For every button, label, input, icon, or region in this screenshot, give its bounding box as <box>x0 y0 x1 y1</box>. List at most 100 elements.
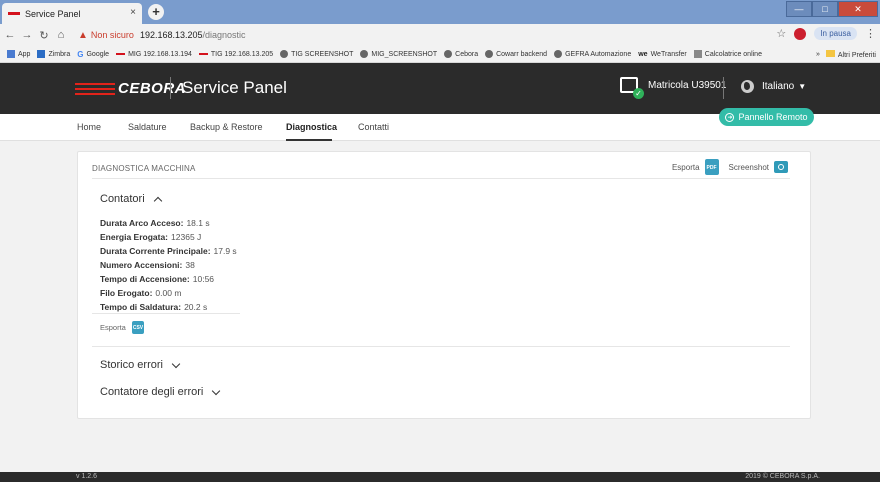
reload-icon[interactable]: ↻ <box>37 29 51 42</box>
calculator-icon <box>693 50 702 58</box>
globe-icon <box>741 80 754 93</box>
zimbra-icon <box>37 50 46 58</box>
bookmark-item[interactable]: MIG_SCREENSHOT <box>360 50 437 58</box>
error-counter-toggle[interactable]: Contatore degli errori <box>100 386 221 398</box>
apps-grid-icon <box>7 50 15 58</box>
nav-home[interactable]: Home <box>77 122 101 132</box>
counters-export[interactable]: Esporta CSV <box>100 321 154 334</box>
counter-row: Durata Arco Acceso: 18.1 s <box>100 218 210 228</box>
counter-row: Filo Erogato: 0.00 m <box>100 288 182 298</box>
forward-icon[interactable]: → <box>20 29 34 41</box>
tab-close-icon[interactable]: × <box>130 7 136 18</box>
divider <box>92 313 240 314</box>
active-tab-indicator <box>286 139 332 141</box>
copyright-label: 2019 © CEBORA S.p.A. <box>745 473 820 480</box>
counters-title: Contatori <box>100 193 145 205</box>
window-controls: — □ ✕ <box>786 1 878 17</box>
new-tab-button[interactable]: + <box>148 4 164 20</box>
minimize-button[interactable]: — <box>786 1 812 17</box>
bookmark-item[interactable]: G Google <box>77 50 109 59</box>
counter-row: Durata Corrente Principale: 17.9 s <box>100 246 237 256</box>
browser-tab-title: Service Panel <box>25 8 81 19</box>
screenshot-label[interactable]: Screenshot <box>729 163 769 172</box>
diagnostics-card: DIAGNOSTICA MACCHINA Esporta PDF Screens… <box>77 151 811 419</box>
machine-serial: ✓ Matricola U39501 <box>620 77 726 99</box>
globe-icon <box>554 50 563 58</box>
bookmarks-right: » Altri Preferiti <box>816 50 876 59</box>
chevron-down-icon <box>171 359 181 368</box>
cebora-favicon-icon <box>8 12 20 15</box>
app-header: CEBORA Service Panel ✓ Matricola U39501 … <box>0 63 880 114</box>
window-close-button[interactable]: ✕ <box>838 1 878 17</box>
other-bookmarks[interactable]: Altri Preferiti <box>825 50 876 59</box>
globe-icon <box>485 50 494 58</box>
counter-row: Tempo di Accensione: 10:56 <box>100 274 215 284</box>
nav-saldature[interactable]: Saldature <box>128 122 167 132</box>
extension-icon[interactable] <box>794 27 807 40</box>
counter-row: Energia Erogata: 12365 J <box>100 232 202 242</box>
counters-list: Durata Arco Acceso: 18.1 s Energia Erogat… <box>100 216 237 314</box>
browser-tab[interactable]: Service Panel × <box>2 3 142 24</box>
nav-diagnostica[interactable]: Diagnostica <box>286 122 337 132</box>
google-icon: G <box>77 49 84 59</box>
error-history-title: Storico errori <box>100 359 163 371</box>
home-icon[interactable]: ⌂ <box>54 29 68 41</box>
url-field[interactable]: ▲ Non sicuro 192.168.13.205/diagnostic <box>78 30 246 41</box>
bookmark-item[interactable]: MIG 192.168.13.194 <box>116 51 192 58</box>
footer: v 1.2.6 2019 © CEBORA S.p.A. <box>0 472 880 482</box>
app-title: Service Panel <box>182 78 287 97</box>
remote-panel-label: Pannello Remoto <box>738 112 808 122</box>
folder-icon <box>825 50 835 57</box>
url-path: /diagnostic <box>202 30 246 40</box>
header-divider <box>723 77 724 99</box>
browser-tab-strip: Service Panel × + — □ ✕ <box>0 0 880 24</box>
bookmark-item[interactable]: we WeTransfer <box>638 51 687 58</box>
error-history-toggle[interactable]: Storico errori <box>100 359 181 371</box>
bookmark-item[interactable]: Calcolatrice online <box>693 50 762 58</box>
card-title: DIAGNOSTICA MACCHINA <box>92 164 196 173</box>
nav-contatti[interactable]: Contatti <box>358 122 389 132</box>
export-label: Esporta <box>100 323 126 332</box>
chevron-up-icon <box>153 196 162 206</box>
camera-icon[interactable] <box>774 161 788 173</box>
bookmark-item[interactable]: GEFRA Automazione <box>554 50 631 58</box>
machine-connected-icon: ✓ <box>620 77 644 99</box>
bookmarks-overflow-icon[interactable]: » <box>816 51 820 58</box>
counter-row: Numero Accensioni: 38 <box>100 260 195 270</box>
logo-text: CEBORA <box>118 80 187 97</box>
bookmark-item[interactable]: TIG SCREENSHOT <box>280 50 353 58</box>
back-icon[interactable]: ← <box>3 29 17 41</box>
header-divider <box>170 77 171 99</box>
bookmark-item[interactable]: Zimbra <box>37 50 70 58</box>
wetransfer-icon: we <box>638 50 648 58</box>
globe-icon <box>360 50 369 58</box>
warning-icon: ▲ <box>78 29 88 41</box>
bookmark-item[interactable]: App <box>7 50 30 58</box>
bookmark-item[interactable]: Cebora <box>444 50 478 58</box>
card-actions: Esporta PDF Screenshot <box>672 159 788 175</box>
bookmarks-bar: App Zimbra G Google MIG 192.168.13.194 TI… <box>0 46 880 63</box>
globe-icon <box>280 50 289 58</box>
divider <box>92 178 790 179</box>
cebora-bookmark-icon <box>116 53 126 55</box>
remote-icon: ➜ <box>725 112 735 122</box>
divider <box>92 346 790 347</box>
bookmark-item[interactable]: TIG 192.168.13.205 <box>198 51 273 58</box>
profile-paused-badge[interactable]: In pausa <box>814 27 857 40</box>
logo-stripes-icon <box>75 82 115 95</box>
counters-toggle[interactable]: Contatori <box>100 193 162 206</box>
url-host: 192.168.13.205 <box>139 30 203 40</box>
bookmark-star-icon[interactable]: ☆ <box>776 27 786 40</box>
csv-icon: CSV <box>131 321 144 334</box>
maximize-button[interactable]: □ <box>812 1 838 17</box>
remote-panel-button[interactable]: ➜ Pannello Remoto <box>719 108 814 126</box>
bookmark-item[interactable]: Cowarr backend <box>485 50 547 58</box>
address-bar-actions: ☆ In pausa ⋮ <box>776 27 876 40</box>
nav-backup-restore[interactable]: Backup & Restore <box>190 122 263 132</box>
export-label[interactable]: Esporta <box>672 163 700 172</box>
language-selector[interactable]: Italiano ▼ <box>741 80 806 93</box>
chevron-down-icon <box>212 386 221 395</box>
menu-kebab-icon[interactable]: ⋮ <box>865 27 876 40</box>
globe-icon <box>444 50 453 58</box>
pdf-icon[interactable]: PDF <box>704 159 719 175</box>
